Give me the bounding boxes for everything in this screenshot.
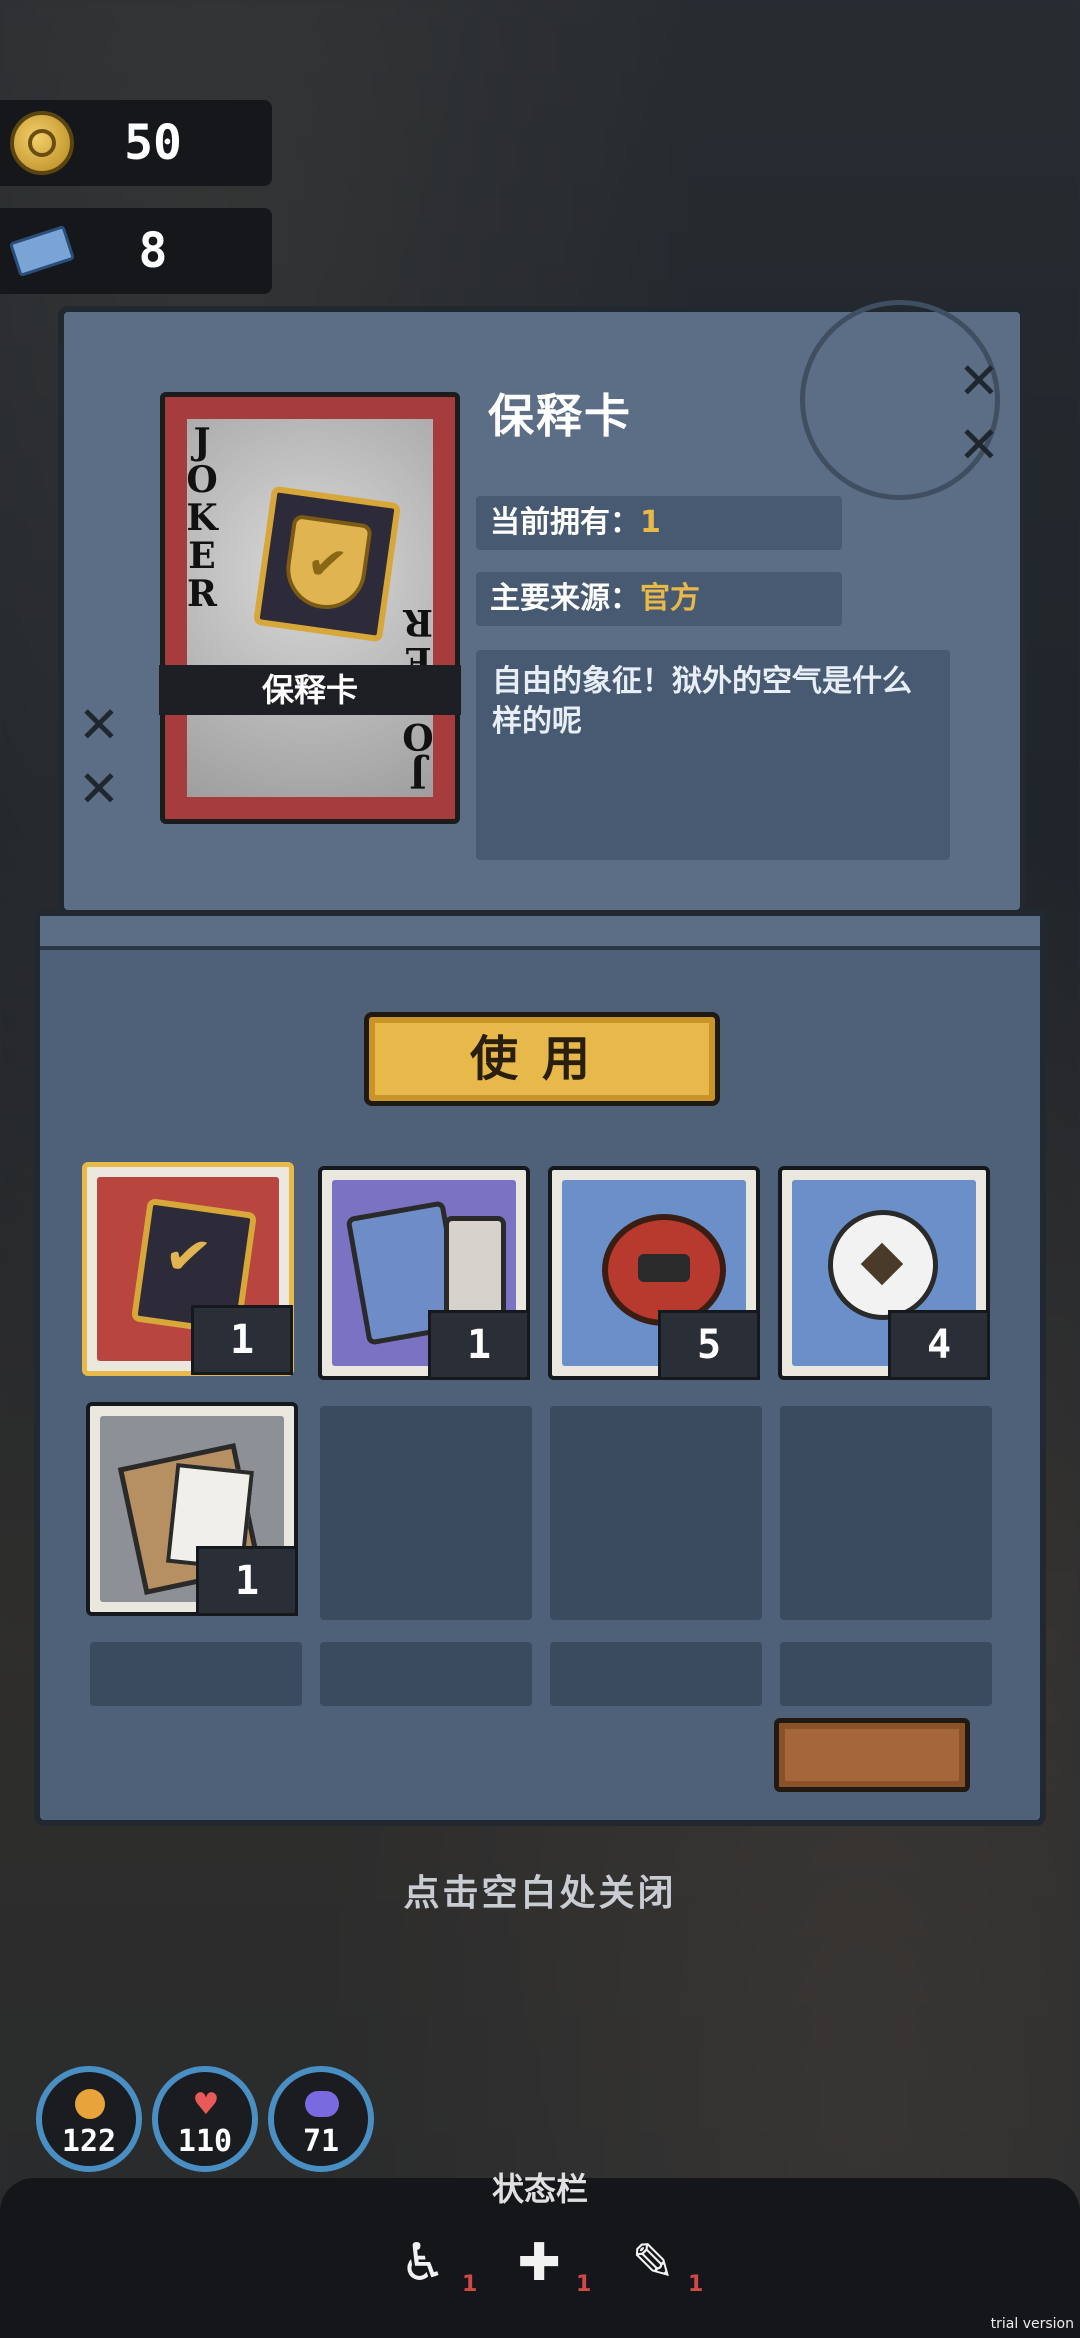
brain-icon — [304, 2086, 340, 2122]
inventory-slot-token[interactable]: 5 — [548, 1166, 760, 1380]
injury-count: 1 — [688, 2272, 704, 2297]
slot-count: 4 — [888, 1310, 990, 1380]
health-stat[interactable]: ♥ 110 — [152, 2066, 258, 2172]
inventory-slot-documents[interactable]: 1 — [86, 1402, 298, 1616]
slot-count: 1 — [428, 1310, 530, 1380]
coin-icon — [10, 111, 74, 175]
owned-row: 当前拥有：1 — [476, 496, 842, 550]
owned-value: 1 — [640, 505, 661, 540]
scratch-mark-icon: ✕ — [78, 696, 120, 754]
bandage-icon[interactable]: ✚ — [504, 2228, 574, 2298]
inventory-slot-map-pills[interactable]: 1 — [318, 1166, 530, 1380]
hunger-value: 122 — [61, 2124, 117, 2159]
close-hint: 点击空白处关闭 — [403, 1873, 677, 1914]
inventory-slot-toilet-paper[interactable]: 4 — [778, 1166, 990, 1380]
toilet-paper-icon — [828, 1210, 938, 1320]
item-description: 自由的象征！狱外的空气是什么样的呢 — [476, 650, 950, 860]
injury-icon[interactable]: ✎ — [618, 2228, 688, 2298]
source-value: 官方 — [640, 581, 700, 616]
scratch-mark-icon: ✕ — [958, 416, 1000, 474]
card-corner-text: JOKER — [181, 421, 223, 611]
inventory-slot-empty[interactable] — [550, 1406, 762, 1620]
inventory-slot-empty[interactable] — [320, 1642, 532, 1706]
health-value: 110 — [177, 2124, 233, 2159]
inventory-slot-empty[interactable] — [320, 1406, 532, 1620]
sanity-value: 71 — [302, 2124, 340, 2159]
inventory-slot-empty[interactable] — [550, 1642, 762, 1706]
source-row: 主要来源：官方 — [476, 572, 842, 626]
use-button[interactable]: 使用 — [364, 1012, 720, 1106]
slot-count: 1 — [196, 1546, 298, 1616]
inventory-slot-bail-card[interactable]: 1 — [82, 1162, 294, 1376]
scratch-mark-icon: ✕ — [78, 760, 120, 818]
source-label: 主要来源： — [490, 581, 640, 616]
ticket-icon — [8, 219, 76, 283]
bandage-count: 1 — [576, 2272, 592, 2297]
watermark: trial version — [990, 2316, 1074, 2332]
scratch-mark-icon: ✕ — [958, 352, 1000, 410]
inventory-slot-empty[interactable] — [780, 1642, 992, 1706]
item-card: ✔ JOKER JOKER 保释卡 — [159, 392, 461, 824]
fatigue-icon[interactable]: ♿ — [388, 2228, 458, 2298]
shield-icon: ✔ — [252, 485, 402, 643]
coin-counter: 50 — [0, 100, 272, 186]
wooden-sign-button[interactable] — [774, 1718, 970, 1792]
coin-value: 50 — [124, 115, 182, 171]
ticket-counter: 8 — [0, 208, 272, 294]
slot-count: 1 — [191, 1305, 293, 1375]
owned-label: 当前拥有： — [490, 505, 640, 540]
status-bar-title: 状态栏 — [491, 2170, 588, 2208]
fatigue-count: 1 — [462, 2272, 478, 2297]
sanity-stat[interactable]: 71 — [268, 2066, 374, 2172]
hunger-stat[interactable]: 122 — [36, 2066, 142, 2172]
ticket-value: 8 — [138, 223, 168, 279]
item-title: 保释卡 — [488, 389, 632, 443]
inventory-slot-empty[interactable] — [780, 1406, 992, 1620]
hunger-icon — [72, 2086, 108, 2122]
inventory-slot-empty[interactable] — [90, 1642, 302, 1706]
card-label: 保释卡 — [159, 665, 461, 715]
heart-icon: ♥ — [192, 2086, 220, 2122]
slot-count: 5 — [658, 1310, 760, 1380]
